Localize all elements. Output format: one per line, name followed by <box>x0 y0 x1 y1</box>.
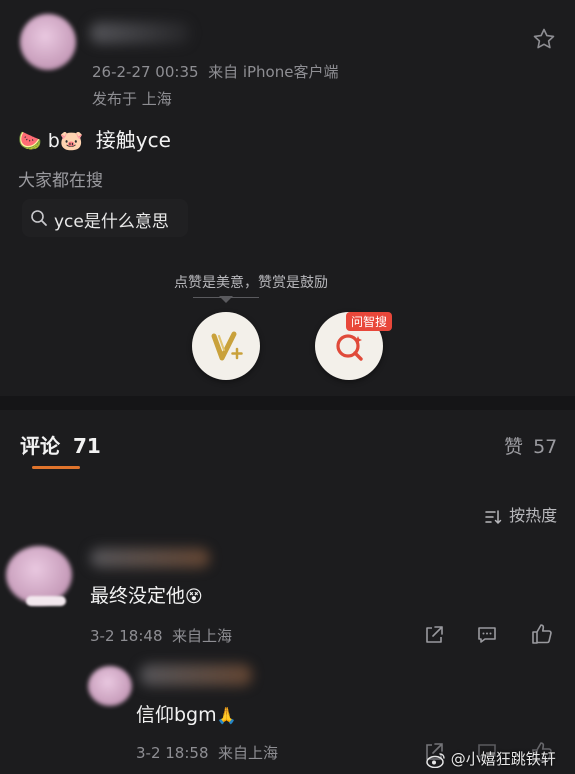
tab-likes[interactable]: 赞 57 <box>504 432 557 459</box>
sort-label: 按热度 <box>509 506 558 525</box>
reply-text: 信仰bgm🙏 <box>136 700 237 727</box>
tab-comments-label: 评论 <box>20 434 60 458</box>
trending-search-chip[interactable]: yce是什么意思 <box>22 199 188 237</box>
share-icon[interactable] <box>423 624 445 646</box>
comment-emoji: 😵 <box>185 587 203 607</box>
weibo-watermark: @小嬉狂跳铁轩 <box>426 748 556 769</box>
comment-avatar-badge <box>26 596 66 606</box>
favorite-star-icon[interactable] <box>532 27 556 51</box>
reward-hint-pointer <box>219 296 233 303</box>
comment-text: 最终没定他😵 <box>90 581 203 608</box>
search-icon <box>30 209 48 227</box>
weibo-logo-icon <box>426 752 446 768</box>
reply-meta: 3-2 18:58 来自上海 <box>136 744 279 762</box>
reply-icon[interactable] <box>476 624 498 646</box>
reward-button[interactable] <box>192 312 260 380</box>
tab-likes-count: 57 <box>533 436 558 458</box>
reward-v-icon <box>211 331 243 361</box>
comment-meta: 3-2 18:48 来自上海 <box>90 627 233 645</box>
reply-emoji: 🙏 <box>216 706 237 725</box>
post-content: 🍉 b🐷 接触yce <box>18 124 171 153</box>
reply-text-body: 信仰bgm <box>136 704 217 726</box>
post-text: 接触yce <box>95 128 171 152</box>
author-name[interactable] <box>90 22 190 44</box>
watermark-text: @小嬉狂跳铁轩 <box>450 750 556 768</box>
tab-comments-count: 71 <box>72 434 101 458</box>
post-emoji-prefix: 🍉 b🐷 <box>18 130 84 152</box>
section-divider <box>0 396 575 410</box>
sort-icon <box>484 509 502 525</box>
reward-hint: 点赞是美意，赞赏是鼓励 <box>174 275 328 291</box>
author-avatar[interactable] <box>20 14 76 70</box>
thumbs-up-icon[interactable] <box>530 622 554 646</box>
post-location: 发布于 上海 <box>92 90 172 108</box>
tab-comments[interactable]: 评论 71 <box>20 430 101 459</box>
reply-author-name[interactable] <box>140 664 252 686</box>
reply-avatar[interactable] <box>88 666 132 706</box>
trending-query: yce是什么意思 <box>54 212 169 232</box>
sort-button[interactable]: 按热度 <box>484 502 557 526</box>
tab-likes-label: 赞 <box>504 436 524 458</box>
comment-author-name[interactable] <box>90 548 210 568</box>
comment-text-body: 最终没定他 <box>90 585 186 607</box>
trending-label: 大家都在搜 <box>18 171 103 191</box>
post-timestamp: 26-2-27 00:35 来自 iPhone客户端 <box>92 63 339 81</box>
tab-comments-indicator <box>32 466 80 469</box>
ai-search-badge: 问智搜 <box>346 312 393 331</box>
